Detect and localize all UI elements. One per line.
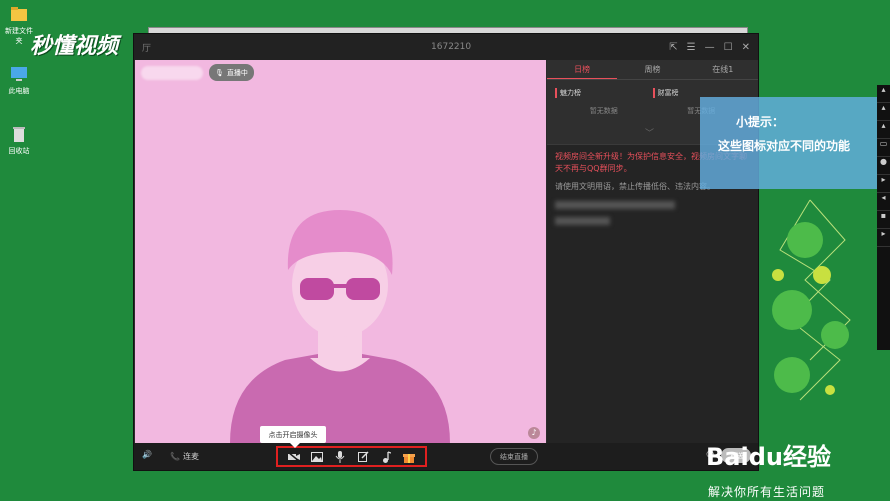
room-id: 1672210 (431, 42, 472, 52)
mic-icon: 🎙 (215, 68, 224, 77)
live-function-toolbar (276, 446, 427, 467)
mic-link-label: 连麦 (182, 452, 199, 461)
camera-tooltip: 点击开启摄像头 (260, 426, 326, 448)
taskbar-icon[interactable]: ▴ (877, 121, 890, 139)
rank-tabs: 日榜 周榜 在线1 (547, 60, 758, 80)
tip-body: 这些图标对应不同的功能 (718, 139, 851, 153)
live-status-badge: 🎙 直播中 (209, 64, 254, 81)
live-room-window: 厅 1672210 ⇱ ☰ — ☐ ✕ 🎙 直播中 ♪ 日榜 周榜 在线1 魅力… (133, 33, 759, 471)
volume-icon[interactable]: 🔊 (142, 450, 152, 459)
taskbar-icon[interactable]: ▴ (877, 103, 890, 121)
camera-off-icon[interactable] (287, 450, 301, 464)
rank-title: 魅力榜 (555, 88, 653, 98)
edit-icon[interactable] (356, 450, 370, 464)
desktop-icon-new-folder[interactable]: 新建文件夹 (2, 4, 36, 46)
desktop-icon-label: 此电脑 (8, 87, 30, 95)
music-icon[interactable] (379, 450, 393, 464)
mic-link-button[interactable]: 📞 连麦 (170, 451, 199, 462)
desktop-icon-label: 新建文件夹 (5, 27, 33, 45)
window-controls: ⇱ ☰ — ☐ ✕ (669, 42, 750, 53)
taskbar-icon[interactable]: ▪ (877, 211, 890, 229)
taskbar-icon[interactable]: ▴ (877, 85, 890, 103)
bottom-control-bar: 🔊 📞 连麦 结束直播 ☺ 发送 (134, 443, 758, 470)
minimize-icon[interactable]: — (705, 42, 715, 53)
live-badge-label: 直播中 (226, 68, 248, 77)
desktop-icon-this-pc[interactable]: 此电脑 (2, 64, 36, 96)
chevron-down-icon[interactable]: ﹀ (645, 126, 654, 139)
end-live-button[interactable]: 结束直播 (490, 448, 538, 465)
image-share-icon[interactable] (310, 450, 324, 464)
desktop-icon-recycle-bin[interactable]: 回收站 (2, 124, 36, 156)
placeholder-avatar-illustration (230, 210, 450, 443)
desktop-icon-label: 回收站 (8, 147, 30, 155)
taskbar-icon[interactable]: ▭ (877, 139, 890, 157)
baidu-jingyan-logo: Baidu经验 (706, 443, 831, 471)
video-stage: 🎙 直播中 ♪ (135, 60, 546, 443)
tip-overlay: 小提示： 这些图标对应不同的功能 (700, 97, 877, 189)
close-icon[interactable]: ✕ (742, 42, 750, 53)
baidu-slogan: 解决你所有生活问题 (708, 485, 826, 499)
taskbar-icon[interactable]: ● (877, 157, 890, 175)
tip-title: 小提示： (736, 115, 785, 129)
recycle-bin-icon (13, 127, 25, 142)
menu-icon[interactable]: ☰ (687, 42, 696, 53)
host-name-blurred (141, 66, 203, 80)
blurred-chat-line (555, 201, 675, 209)
charm-rank: 魅力榜 暂无数据 (555, 88, 653, 116)
tab-online[interactable]: 在线1 (688, 60, 758, 79)
right-taskbar-strip: ▴ ▴ ▴ ▭ ● ▸ ◂ ▪ ▸ (877, 85, 890, 350)
computer-icon (11, 67, 27, 81)
phone-icon: 📞 (170, 452, 180, 461)
miaodong-logo: 秒懂视频 (30, 33, 119, 59)
microphone-icon[interactable] (333, 450, 347, 464)
taskbar-icon[interactable]: ◂ (877, 193, 890, 211)
blurred-chat-line (555, 217, 610, 225)
taskbar-icon[interactable]: ▸ (877, 229, 890, 247)
window-titlebar: 厅 1672210 ⇱ ☰ — ☐ ✕ (134, 34, 758, 60)
gift-icon[interactable] (402, 450, 416, 464)
room-title: 厅 (142, 43, 152, 54)
tab-daily[interactable]: 日榜 (547, 60, 618, 79)
maximize-icon[interactable]: ☐ (724, 42, 733, 53)
rank-empty-text: 暂无数据 (589, 107, 618, 115)
folder-icon (11, 7, 27, 21)
decorative-tree-illustration (772, 199, 851, 401)
taskbar-icon[interactable]: ▸ (877, 175, 890, 193)
popout-icon[interactable]: ⇱ (669, 42, 677, 53)
tab-weekly[interactable]: 周榜 (617, 60, 687, 79)
stage-mic-status-icon[interactable]: ♪ (528, 427, 540, 439)
